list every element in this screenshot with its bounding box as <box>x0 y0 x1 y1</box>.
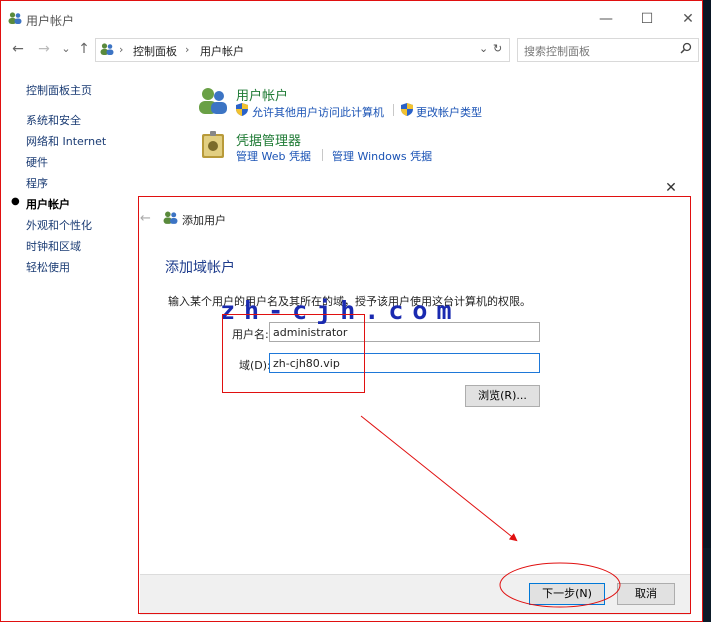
annotation-arrow <box>360 415 621 608</box>
